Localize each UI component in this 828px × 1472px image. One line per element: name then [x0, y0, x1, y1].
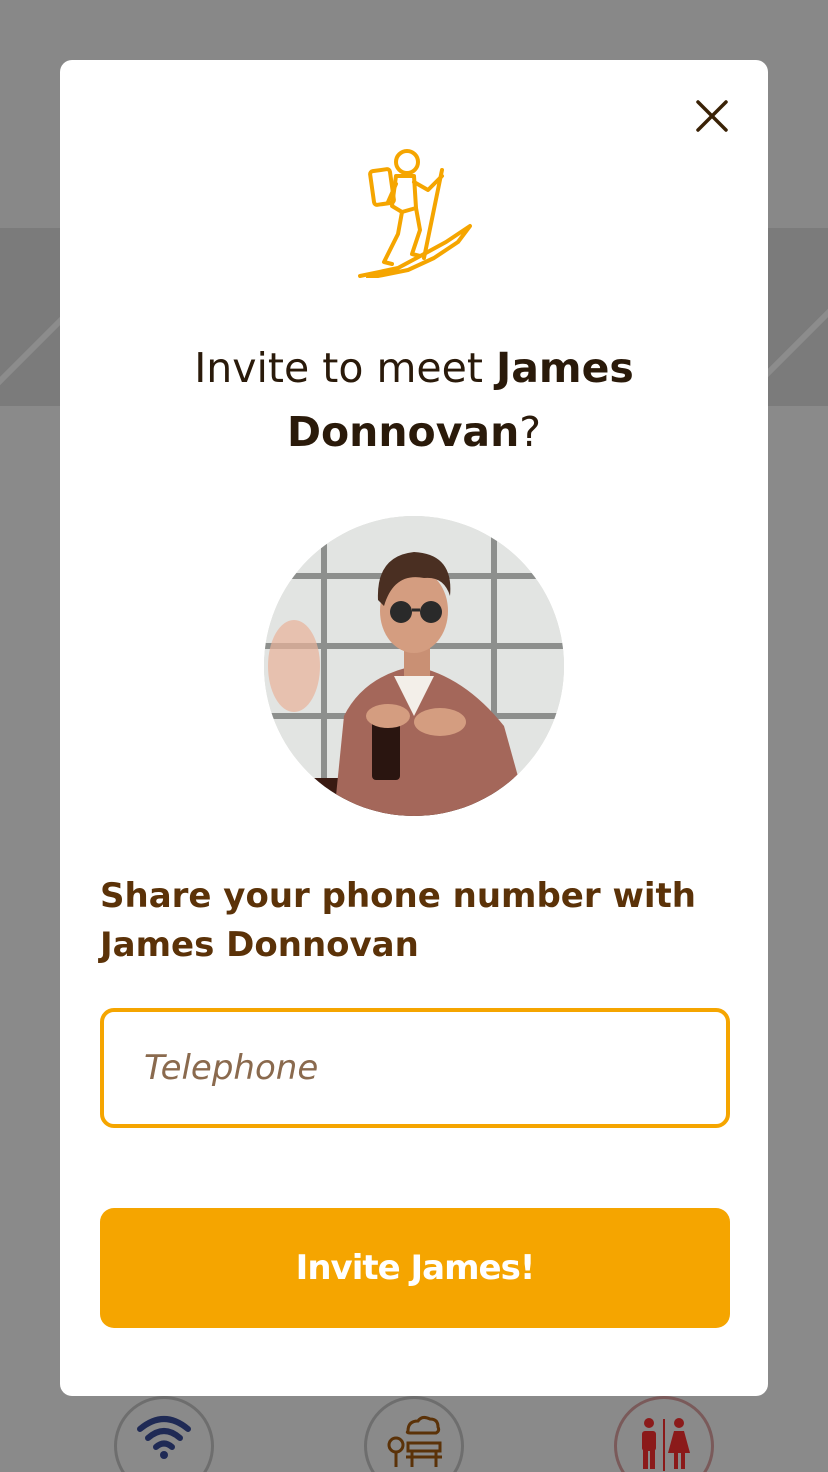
- share-phone-text: Share your phone number with James Donno…: [100, 876, 696, 965]
- invite-button[interactable]: Invite James!: [100, 1208, 730, 1328]
- telephone-input[interactable]: [100, 1008, 730, 1128]
- modal-title: Invite to meet James Donnovan?: [120, 336, 708, 464]
- restroom-icon: [642, 1418, 690, 1471]
- hiker-icon: [358, 149, 472, 278]
- title-prefix: Invite to meet: [194, 344, 496, 392]
- profile-photo: [264, 516, 564, 816]
- close-icon: [696, 100, 728, 132]
- title-suffix: ?: [519, 408, 542, 456]
- wifi-icon: [137, 1416, 191, 1459]
- invite-modal: Invite to meet James Donnovan? Share you…: [60, 60, 768, 1396]
- avatar: [264, 516, 564, 816]
- close-button[interactable]: [682, 86, 742, 146]
- park-bench-icon: [387, 1415, 442, 1467]
